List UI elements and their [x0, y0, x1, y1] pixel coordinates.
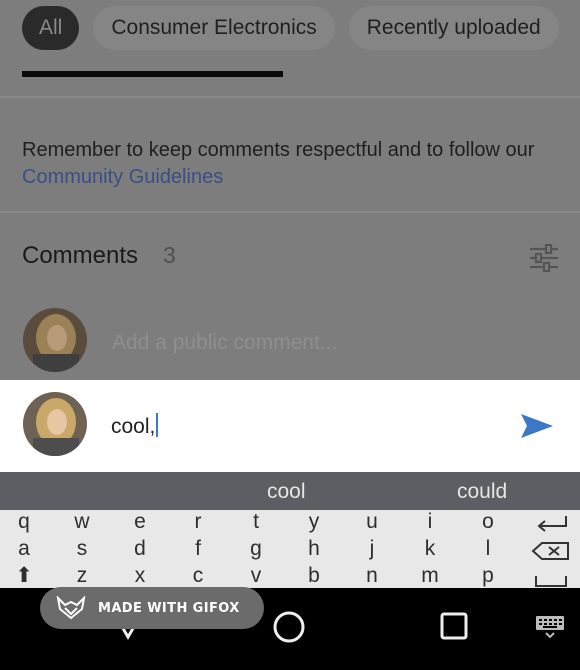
key[interactable]: r: [178, 510, 218, 534]
keyboard-row: ⬆ z x c v b n m p: [0, 564, 580, 588]
text-caret: [156, 413, 159, 437]
dimmed-content: All Consumer Electronics Recently upload…: [0, 0, 580, 380]
chip-consumer-electronics[interactable]: Consumer Electronics: [93, 6, 335, 50]
key[interactable]: h: [294, 537, 334, 561]
key[interactable]: u: [352, 510, 392, 534]
key[interactable]: g: [236, 537, 276, 561]
add-comment-placeholder[interactable]: Add a public comment...: [112, 331, 337, 355]
key[interactable]: q: [4, 510, 44, 534]
comment-guidelines-notice: Remember to keep comments respectful and…: [22, 137, 542, 191]
divider: [0, 96, 580, 98]
recents-square-icon[interactable]: [439, 611, 469, 641]
key[interactable]: n: [352, 564, 392, 588]
shift-key[interactable]: ⬆: [4, 564, 44, 588]
fox-logo-icon: [56, 596, 86, 620]
key[interactable]: w: [62, 510, 102, 534]
comment-input[interactable]: cool,: [111, 413, 159, 439]
key[interactable]: j: [352, 537, 392, 561]
key[interactable]: y: [294, 510, 334, 534]
keyboard-row: a s d f g h j k l: [0, 537, 580, 563]
key[interactable]: i: [410, 510, 450, 534]
chip-recently-uploaded[interactable]: Recently uploaded: [348, 6, 559, 50]
backspace-icon[interactable]: [530, 539, 572, 563]
chip-label: Recently uploaded: [366, 16, 541, 39]
keyboard-icon[interactable]: [534, 614, 566, 638]
space-icon[interactable]: [530, 566, 572, 588]
avatar: [23, 392, 87, 456]
key[interactable]: e: [120, 510, 160, 534]
key[interactable]: f: [178, 537, 218, 561]
divider: [0, 211, 580, 213]
soft-keyboard: q w e r t y u i o a s d f g h j k l ⬆ z …: [0, 510, 580, 588]
key[interactable]: z: [62, 564, 102, 588]
home-circle-icon[interactable]: [272, 610, 306, 644]
gifox-watermark: MADE WITH GIFOX: [40, 587, 264, 629]
comment-input-value: cool,: [111, 415, 156, 438]
key[interactable]: v: [236, 564, 276, 588]
keyboard-suggestion-bar: cool could: [0, 472, 580, 510]
watermark-text: MADE WITH GIFOX: [98, 600, 240, 616]
key[interactable]: p: [468, 564, 508, 588]
notice-text: Remember to keep comments respectful and…: [22, 139, 535, 161]
suggestion-item[interactable]: could: [457, 480, 507, 504]
keyboard-row: q w e r t y u i o: [0, 510, 580, 536]
send-arrow-icon[interactable]: [519, 410, 555, 442]
category-chips: All Consumer Electronics Recently upload…: [22, 6, 559, 50]
community-guidelines-link[interactable]: Community Guidelines: [22, 166, 223, 188]
suggestion-item[interactable]: cool: [267, 480, 306, 504]
key[interactable]: l: [468, 537, 508, 561]
comments-count: 3: [163, 242, 176, 268]
tune-sliders-icon[interactable]: [528, 244, 560, 272]
comment-input-bar: cool,: [0, 380, 580, 472]
key[interactable]: d: [120, 537, 160, 561]
key[interactable]: s: [62, 537, 102, 561]
key[interactable]: t: [236, 510, 276, 534]
enter-icon[interactable]: [530, 512, 572, 536]
key[interactable]: k: [410, 537, 450, 561]
chip-label: Consumer Electronics: [111, 16, 317, 39]
active-tab-indicator: [22, 71, 283, 77]
chip-label: All: [39, 16, 63, 39]
comments-heading: Comments: [22, 242, 139, 269]
key[interactable]: o: [468, 510, 508, 534]
key[interactable]: m: [410, 564, 450, 588]
chip-all[interactable]: All: [22, 6, 80, 50]
key[interactable]: c: [178, 564, 218, 588]
avatar: [23, 308, 87, 372]
key[interactable]: x: [120, 564, 160, 588]
key[interactable]: b: [294, 564, 334, 588]
key[interactable]: a: [4, 537, 44, 561]
